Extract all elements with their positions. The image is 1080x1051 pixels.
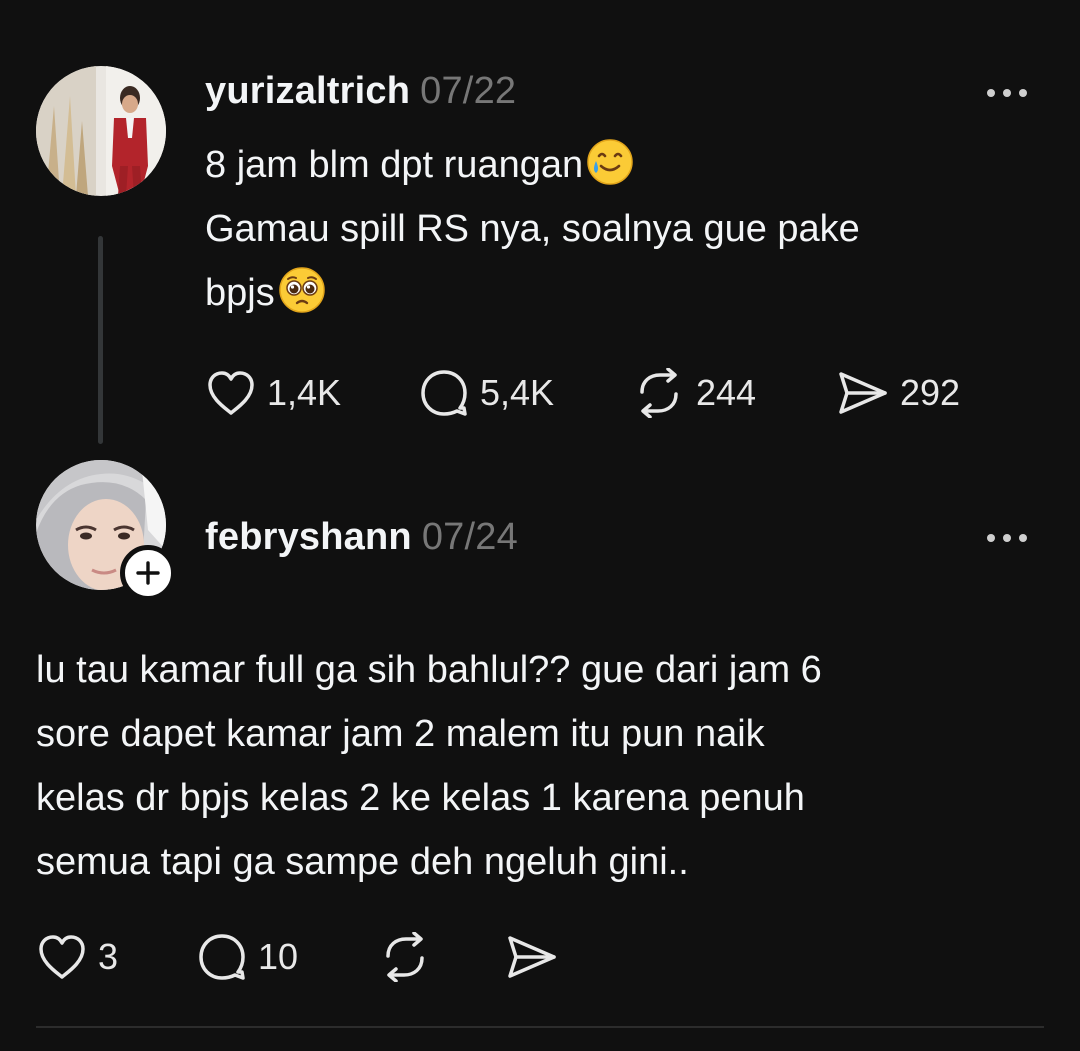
repost-button[interactable] [378, 932, 442, 982]
post-text-line: Gamau spill RS nya, soalnya gue pake [205, 208, 860, 250]
pleading-face-icon [278, 267, 325, 313]
like-button[interactable]: 1,4K [205, 368, 341, 418]
post-body: lu tau kamar full ga sih bahlul?? gue da… [36, 638, 822, 894]
share-button[interactable] [505, 932, 569, 982]
thread-line [98, 236, 103, 444]
post-text-line: lu tau kamar full ga sih bahlul?? gue da… [36, 649, 822, 691]
like-button[interactable]: 3 [36, 932, 118, 982]
send-paper-plane-icon [508, 936, 556, 978]
reply-count: 10 [258, 936, 299, 977]
repost-arrows-icon [640, 368, 678, 418]
repost-button[interactable]: 244 [632, 368, 756, 418]
comment-bubble-icon [421, 370, 467, 416]
post-date: 07/24 [421, 516, 518, 558]
send-paper-plane-icon [839, 372, 887, 414]
post-text-line: 8 jam blm dpt ruangan [205, 144, 584, 186]
post-text-line: sore dapet kamar jam 2 malem itu pun nai… [36, 713, 765, 755]
divider [36, 1026, 1044, 1028]
heart-icon [39, 935, 85, 979]
follow-button[interactable] [120, 545, 176, 601]
post-text-line: semua tapi ga sampe deh ngeluh gini.. [36, 841, 689, 883]
plus-icon [136, 561, 160, 585]
heart-icon [208, 371, 254, 415]
avatar[interactable] [36, 66, 166, 196]
share-button[interactable]: 292 [836, 368, 960, 418]
like-count: 3 [98, 936, 119, 977]
like-count: 1,4K [267, 372, 342, 413]
post-date: 07/22 [420, 70, 517, 112]
more-dots-icon[interactable] [987, 87, 1031, 99]
repost-count: 244 [696, 372, 757, 413]
reply-button[interactable]: 5,4K [418, 368, 554, 418]
comment-bubble-icon [199, 934, 245, 980]
reply-count: 5,4K [480, 372, 555, 413]
post-text-line: bpjs [205, 272, 275, 314]
username[interactable]: febryshann [205, 516, 412, 558]
profile-photo-man-red-suit [36, 66, 166, 196]
post-header: febryshann 07/24 [205, 516, 518, 559]
share-count: 292 [900, 372, 961, 413]
username[interactable]: yurizaltrich [205, 70, 410, 112]
reply-button[interactable]: 10 [196, 932, 298, 982]
smiling-face-with-tear-icon [587, 139, 633, 185]
post-text-line: kelas dr bpjs kelas 2 ke kelas 1 karena … [36, 777, 805, 819]
post-header: yurizaltrich 07/22 [205, 70, 516, 113]
more-dots-icon[interactable] [987, 532, 1031, 544]
post-body: 8 jam blm dpt ruangan Gamau spill RS nya… [205, 133, 860, 325]
repost-arrows-icon [386, 932, 424, 982]
